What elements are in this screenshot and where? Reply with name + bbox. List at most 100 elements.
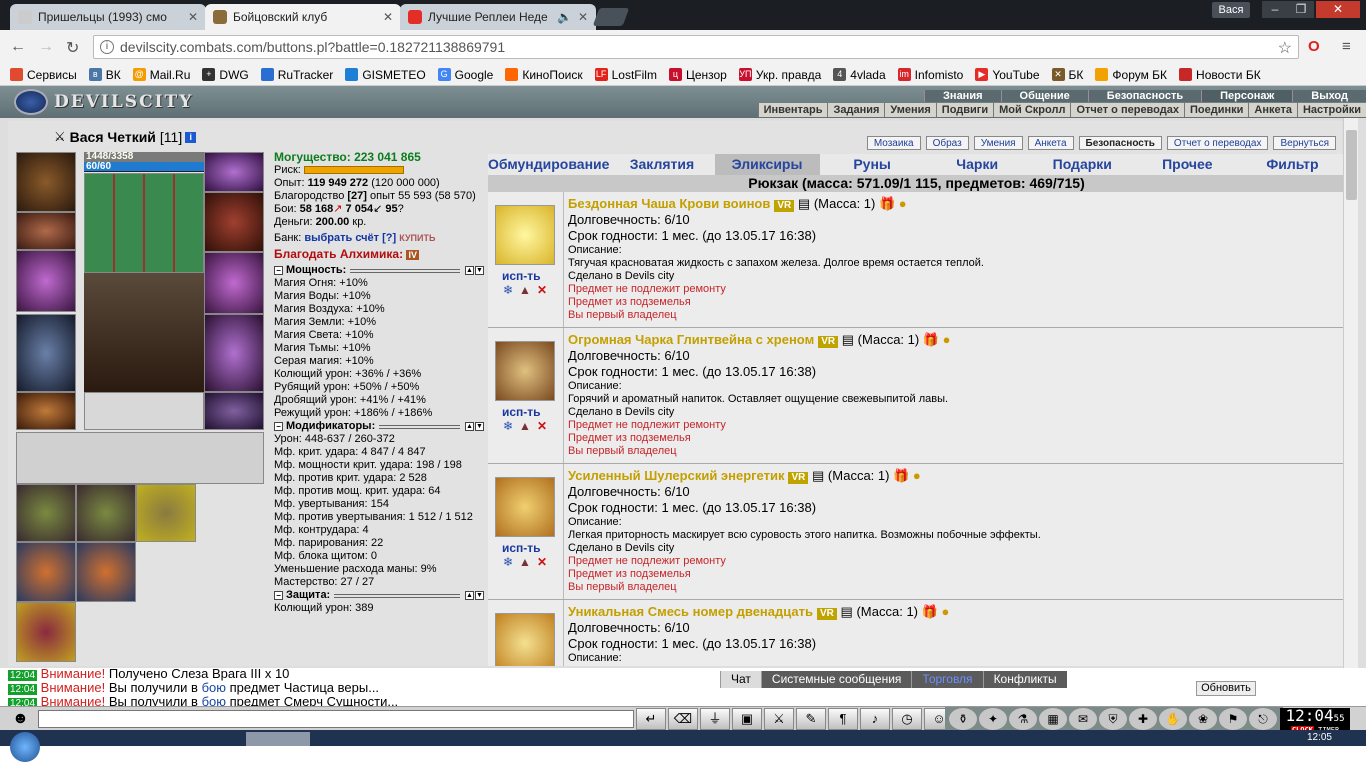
arrow-up-icon[interactable]: ▲ [465, 422, 474, 431]
arrow-up-icon[interactable]: ▲ [465, 266, 474, 275]
menu-character[interactable]: Персонаж [1201, 90, 1293, 102]
tab-runes[interactable]: Руны [820, 154, 925, 175]
notes-icon[interactable]: ▤ [798, 196, 810, 211]
maximize-button[interactable]: ❐ [1288, 1, 1314, 18]
skills-button[interactable]: Умения [973, 136, 1023, 150]
character-info-icon[interactable]: i [185, 131, 197, 143]
bookmark-vk[interactable]: в ВК [88, 68, 121, 82]
clock-icon[interactable]: ◷ [892, 708, 922, 730]
bag-slot-3[interactable] [136, 484, 196, 542]
tab-trade[interactable]: Торговля [911, 671, 983, 688]
tab-system[interactable]: Системные сообщения [760, 671, 912, 688]
submenu-fights[interactable]: Поединки [1183, 103, 1248, 117]
tab-elixirs[interactable]: Эликсиры [714, 154, 820, 175]
submenu-profile[interactable]: Анкета [1248, 103, 1297, 117]
page-scrollbar[interactable] [1343, 118, 1358, 668]
scroll-icon[interactable]: ✉ [1069, 708, 1097, 730]
arrow-down-icon[interactable]: ▼ [475, 591, 484, 600]
bracers-slot[interactable] [16, 212, 76, 250]
item-name[interactable]: Усиленный Шулерский энергетик [568, 468, 784, 483]
bookmark-pravda[interactable]: УП Укр. правда [738, 68, 821, 82]
chest-icon[interactable]: ▦ [1039, 708, 1067, 730]
dismantle-icon[interactable]: ❄ [502, 284, 514, 296]
item-name[interactable]: Огромная Чарка Глинтвейна с хреном [568, 332, 814, 347]
paw-icon[interactable]: ❀ [1189, 708, 1217, 730]
tab-spells[interactable]: Заклятия [609, 154, 714, 175]
shirt-icon[interactable]: ▲ [519, 556, 531, 568]
hand-icon[interactable]: ✋ [1159, 708, 1187, 730]
defense-section-header[interactable]: − Защита: ▲ ▼ [274, 589, 484, 602]
mosaic-button[interactable]: Мозаика [866, 136, 921, 150]
dismantle-icon[interactable]: ❄ [502, 556, 514, 568]
tab-aliens[interactable]: Пришельцы (1993) смо ✕ [10, 4, 206, 30]
collapse-icon[interactable]: − [274, 422, 283, 431]
bank-help-link[interactable]: [?] [382, 232, 396, 244]
necklace-slot[interactable] [204, 152, 264, 192]
filter-icon[interactable]: ⏚ [700, 708, 730, 730]
delete-icon[interactable]: ✕ [536, 420, 548, 432]
chat-input[interactable] [38, 710, 634, 728]
bookmark-google[interactable]: G Google [437, 68, 493, 82]
armor-slot[interactable] [16, 314, 76, 392]
helmet-slot[interactable] [16, 152, 76, 212]
tab-fight-club[interactable]: Бойцовский клуб ✕ [205, 4, 401, 30]
tab-youtube[interactable]: Лучшие Реплеи Неде 🔈 ✕ [400, 4, 596, 30]
tab-other[interactable]: Прочее [1135, 154, 1240, 175]
minimize-button[interactable]: – [1262, 1, 1288, 18]
wand-icon[interactable]: ✦ [979, 708, 1007, 730]
weapon-slot[interactable] [16, 250, 76, 312]
eraser-icon[interactable]: ⌫ [668, 708, 698, 730]
gloves-slot[interactable] [204, 192, 264, 252]
menu-communication[interactable]: Общение [1000, 90, 1088, 102]
menu-icon[interactable]: ≡ [1342, 38, 1351, 55]
transfers-button[interactable]: Отчет о переводах [1166, 136, 1269, 150]
tab-cups[interactable]: Чарки [925, 154, 1030, 175]
offhand-slot[interactable] [204, 252, 264, 314]
menu-security[interactable]: Безопасность [1087, 90, 1202, 102]
item-name[interactable]: Уникальная Смесь номер двенадцать [568, 604, 813, 619]
item-image[interactable] [495, 341, 555, 401]
bag-slot-5[interactable] [76, 542, 136, 602]
bookmark-rutracker[interactable]: RuTracker [260, 68, 333, 82]
bookmark-gismeteo[interactable]: GISMETEO [345, 68, 426, 82]
fight-icon[interactable]: ⚔ [764, 708, 794, 730]
use-item-link[interactable]: исп-ть [502, 269, 541, 283]
sound-icon[interactable]: ♪ [860, 708, 890, 730]
submenu-skills[interactable]: Умения [884, 103, 935, 117]
bookmark-kinopoisk[interactable]: КиноПоиск [505, 68, 583, 82]
tab-gifts[interactable]: Подарки [1030, 154, 1135, 175]
bookmark-news-bk[interactable]: Новости БК [1179, 68, 1261, 82]
battle-link[interactable]: бою [202, 680, 226, 695]
arrow-down-icon[interactable]: ▼ [475, 266, 484, 275]
tab-filter[interactable]: Фильтр [1240, 154, 1345, 175]
reload-icon[interactable]: ↻ [66, 38, 79, 58]
bookmark-youtube[interactable]: ▶ YouTube [975, 68, 1040, 82]
image-button[interactable]: Образ [925, 136, 969, 150]
url-field[interactable]: i devilscity.combats.com/buttons.pl?batt… [93, 35, 1299, 59]
notes-icon[interactable]: ▤ [841, 604, 853, 619]
bag-slot-2[interactable] [76, 484, 136, 542]
amulet-slots[interactable] [84, 392, 204, 430]
bag-slot-4[interactable] [16, 542, 76, 602]
bookmark-services[interactable]: Сервисы [10, 68, 77, 82]
notes-icon[interactable]: ▤ [812, 468, 824, 483]
item-image[interactable] [495, 205, 555, 265]
submenu-feats[interactable]: Подвиги [935, 103, 993, 117]
menu-exit[interactable]: Выход [1292, 90, 1366, 102]
arrow-up-icon[interactable]: ▲ [465, 591, 474, 600]
close-icon[interactable]: ✕ [383, 10, 393, 24]
bookmark-mailru[interactable]: @ Mail.Ru [132, 68, 190, 82]
bag-slot-1[interactable] [16, 484, 76, 542]
notes-icon[interactable]: ▤ [842, 332, 854, 347]
info-icon[interactable]: i [100, 40, 114, 54]
submenu-settings[interactable]: Настройки [1296, 103, 1366, 117]
character-name[interactable]: Вася Четкий [70, 129, 156, 145]
return-button[interactable]: Вернуться [1273, 136, 1336, 150]
bag-slot-6[interactable] [16, 602, 76, 662]
send-icon[interactable]: ↵ [636, 708, 666, 730]
scroll-thumb[interactable] [1346, 130, 1357, 200]
armor-icon[interactable]: ⛨ [1099, 708, 1127, 730]
forward-icon[interactable]: → [38, 38, 54, 56]
brush-icon[interactable]: ✎ [796, 708, 826, 730]
bookmark-lostfilm[interactable]: LF LostFilm [594, 68, 657, 82]
